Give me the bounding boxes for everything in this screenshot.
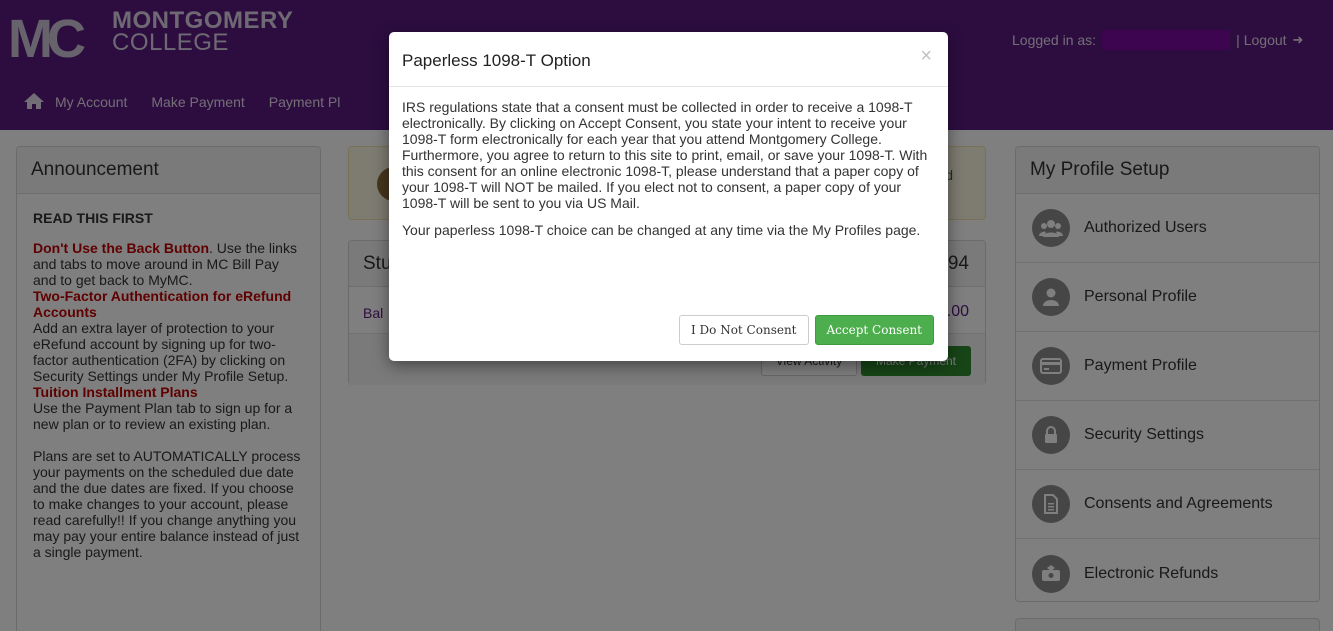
modal-title: Paperless 1098-T Option [402, 51, 591, 70]
modal-footer: I Do Not Consent Accept Consent [678, 315, 934, 345]
do-not-consent-button[interactable]: I Do Not Consent [678, 315, 809, 345]
paperless-1098t-modal: Paperless 1098-T Option × IRS regulation… [389, 32, 948, 361]
consent-paragraph: IRS regulations state that a consent mus… [402, 99, 928, 211]
accept-consent-button[interactable]: Accept Consent [814, 315, 934, 345]
close-icon[interactable]: × [920, 46, 932, 66]
modal-header: Paperless 1098-T Option × [389, 32, 948, 87]
modal-body: IRS regulations state that a consent mus… [389, 87, 948, 238]
change-choice-paragraph: Your paperless 1098-T choice can be chan… [402, 222, 921, 238]
